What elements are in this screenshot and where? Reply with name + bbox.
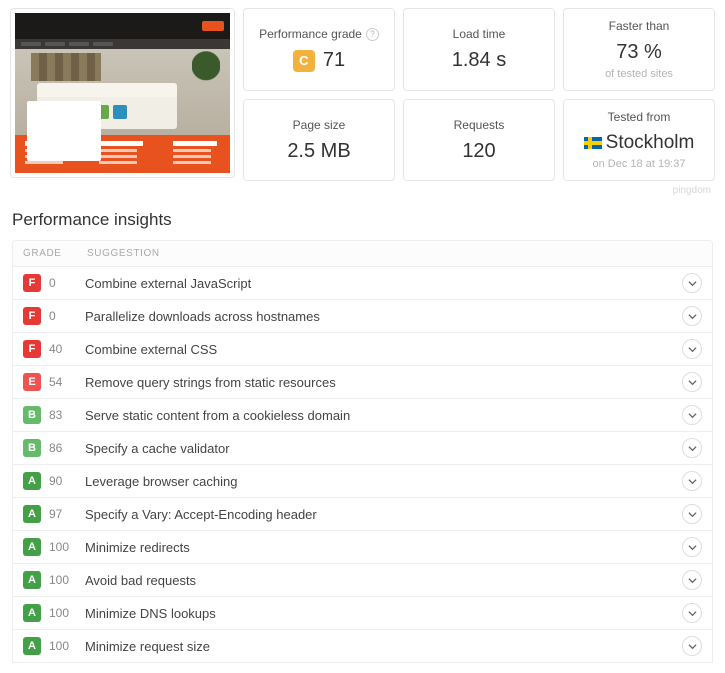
site-thumbnail	[10, 8, 235, 178]
score-value: 100	[49, 573, 85, 587]
metric-value: 1.84 s	[410, 49, 548, 72]
insights-title: Performance insights	[0, 196, 725, 240]
suggestion-text: Avoid bad requests	[85, 573, 682, 588]
brand-label: pingdom	[0, 181, 725, 196]
grade-badge: B	[23, 406, 41, 424]
grade-badge: F	[23, 274, 41, 292]
table-header: GRADE SUGGESTION	[12, 240, 713, 267]
chevron-down-icon[interactable]	[682, 339, 702, 359]
chevron-down-icon[interactable]	[682, 636, 702, 656]
score-value: 40	[49, 342, 85, 356]
metric-label: Requests	[410, 118, 548, 132]
th-grade: GRADE	[23, 248, 87, 259]
grade-badge: A	[23, 505, 41, 523]
th-suggestion: SUGGESTION	[87, 248, 160, 259]
table-row[interactable]: A 100Minimize DNS lookups	[12, 597, 713, 630]
grade-badge: A	[23, 472, 41, 490]
score-value: 97	[49, 507, 85, 521]
metric-label: Performance grade	[259, 27, 362, 41]
metric-load-time: Load time 1.84 s	[403, 8, 555, 91]
chevron-down-icon[interactable]	[682, 471, 702, 491]
help-icon[interactable]: ?	[366, 28, 379, 41]
metric-sub: on Dec 18 at 19:37	[570, 158, 708, 170]
table-row[interactable]: F0Combine external JavaScript	[12, 267, 713, 300]
metric-label: Page size	[250, 118, 388, 132]
chevron-down-icon[interactable]	[682, 504, 702, 524]
score-value: 83	[49, 408, 85, 422]
metric-label: Load time	[410, 27, 548, 41]
table-row[interactable]: A 100Avoid bad requests	[12, 564, 713, 597]
grade-badge: A	[23, 571, 41, 589]
score-value: 90	[49, 474, 85, 488]
metric-label: Faster than	[570, 19, 708, 33]
metric-page-size: Page size 2.5 MB	[243, 99, 395, 181]
chevron-down-icon[interactable]	[682, 603, 702, 623]
table-row[interactable]: F0Parallelize downloads across hostnames	[12, 300, 713, 333]
metric-performance-grade: Performance grade ? C 71	[243, 8, 395, 91]
score-value: 0	[49, 276, 85, 290]
suggestion-text: Remove query strings from static resourc…	[85, 375, 682, 390]
chevron-down-icon[interactable]	[682, 306, 702, 326]
score-value: 100	[49, 639, 85, 653]
chevron-down-icon[interactable]	[682, 273, 702, 293]
metric-value: 2.5 MB	[250, 140, 388, 163]
chevron-down-icon[interactable]	[682, 372, 702, 392]
score-value: 100	[49, 540, 85, 554]
table-row[interactable]: A 90Leverage browser caching	[12, 465, 713, 498]
grade-badge: E	[23, 373, 41, 391]
sweden-flag-icon	[584, 137, 602, 149]
table-row[interactable]: E 54Remove query strings from static reso…	[12, 366, 713, 399]
suggestion-text: Parallelize downloads across hostnames	[85, 309, 682, 324]
grade-badge: A	[23, 637, 41, 655]
suggestion-text: Minimize redirects	[85, 540, 682, 555]
suggestion-text: Combine external JavaScript	[85, 276, 682, 291]
table-row[interactable]: B 83Serve static content from a cookieles…	[12, 399, 713, 432]
metric-requests: Requests 120	[403, 99, 555, 181]
metric-value: 120	[410, 140, 548, 163]
suggestion-text: Leverage browser caching	[85, 474, 682, 489]
suggestion-text: Serve static content from a cookieless d…	[85, 408, 682, 423]
suggestion-text: Specify a Vary: Accept-Encoding header	[85, 507, 682, 522]
table-row[interactable]: A 97Specify a Vary: Accept-Encoding heade…	[12, 498, 713, 531]
chevron-down-icon[interactable]	[682, 438, 702, 458]
grade-badge: A	[23, 538, 41, 556]
chevron-down-icon[interactable]	[682, 405, 702, 425]
suggestion-text: Combine external CSS	[85, 342, 682, 357]
grade-badge: F	[23, 307, 41, 325]
grade-badge: F	[23, 340, 41, 358]
metric-sub: of tested sites	[570, 68, 708, 80]
score-value: 86	[49, 441, 85, 455]
table-row[interactable]: B 86Specify a cache validator	[12, 432, 713, 465]
suggestion-text: Minimize request size	[85, 639, 682, 654]
score-value: 100	[49, 606, 85, 620]
grade-badge: B	[23, 439, 41, 457]
metric-value: 71	[323, 49, 345, 72]
table-row[interactable]: A 100Minimize request size	[12, 630, 713, 663]
metric-value: 73 %	[570, 41, 708, 64]
chevron-down-icon[interactable]	[682, 537, 702, 557]
grade-badge: A	[23, 604, 41, 622]
metric-label: Tested from	[570, 110, 708, 124]
grade-badge: C	[293, 50, 315, 72]
chevron-down-icon[interactable]	[682, 570, 702, 590]
metric-tested-from: Tested from Stockholm on Dec 18 at 19:37	[563, 99, 715, 181]
table-row[interactable]: A 100Minimize redirects	[12, 531, 713, 564]
score-value: 0	[49, 309, 85, 323]
suggestion-text: Minimize DNS lookups	[85, 606, 682, 621]
insights-table: GRADE SUGGESTION F0Combine external Java…	[12, 240, 713, 663]
score-value: 54	[49, 375, 85, 389]
table-row[interactable]: F 40Combine external CSS	[12, 333, 713, 366]
suggestion-text: Specify a cache validator	[85, 441, 682, 456]
metric-value: Stockholm	[570, 132, 708, 154]
metric-faster-than: Faster than 73 % of tested sites	[563, 8, 715, 91]
